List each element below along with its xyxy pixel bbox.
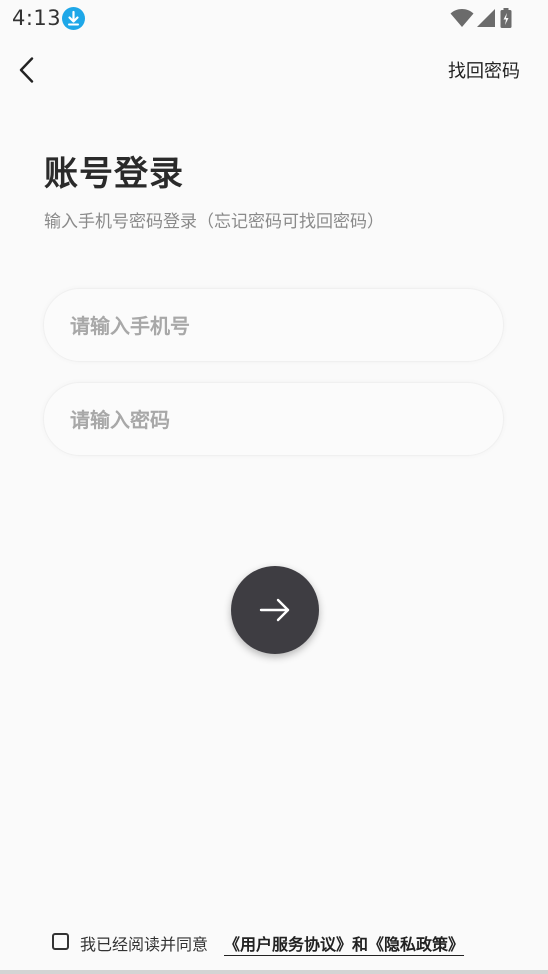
status-time: 4:13 — [12, 6, 62, 30]
arrow-right-icon — [259, 598, 290, 622]
login-screen: 4:13 找回密码 账号登录 输入手机号密码登录（忘记密码可找回密码） 请输入手… — [0, 0, 548, 974]
agreement-text: 我已经阅读并同意 — [80, 935, 209, 954]
password-input[interactable] — [68, 383, 482, 457]
battery-icon — [500, 8, 512, 28]
phone-field — [43, 288, 504, 363]
recover-password-link[interactable]: 找回密码 — [448, 57, 520, 83]
agree-checkbox[interactable] — [52, 933, 69, 950]
status-bar: 4:13 — [0, 0, 548, 36]
wifi-icon — [450, 9, 474, 27]
login-submit-button[interactable] — [231, 566, 319, 654]
download-icon — [62, 7, 85, 30]
policy-links[interactable]: 《用户服务协议》和《隐私政策》 — [224, 931, 464, 955]
bottom-edge — [0, 970, 548, 974]
password-field — [43, 382, 504, 457]
back-button[interactable] — [12, 52, 48, 88]
chevron-left-icon — [19, 57, 34, 83]
signal-icon — [477, 9, 495, 27]
page-title: 账号登录 — [44, 154, 184, 194]
page-subtitle: 输入手机号密码登录（忘记密码可找回密码） — [44, 212, 384, 232]
phone-input[interactable] — [68, 289, 482, 363]
